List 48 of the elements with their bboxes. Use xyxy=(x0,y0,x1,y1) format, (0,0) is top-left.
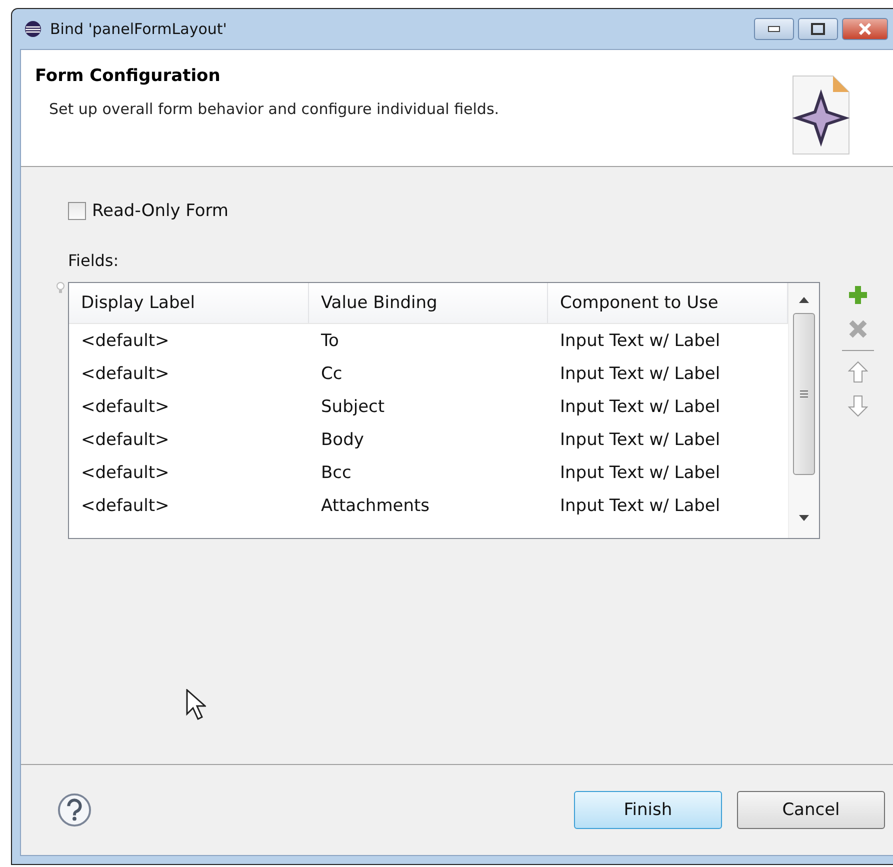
cancel-button[interactable]: Cancel xyxy=(736,791,885,829)
lightbulb-icon xyxy=(56,282,65,294)
minimize-button[interactable] xyxy=(754,18,794,40)
checkbox-label: Read-Only Form xyxy=(92,201,228,221)
grip-icon xyxy=(800,390,808,398)
scroll-down-icon xyxy=(799,515,809,521)
down-arrow-icon xyxy=(848,395,868,417)
table-cell-text: <default> xyxy=(80,330,170,352)
scrollbar-thumb[interactable] xyxy=(793,313,815,475)
app-logo-icon xyxy=(24,20,42,38)
finish-button[interactable]: Finish xyxy=(574,791,722,829)
mouse-pointer-icon xyxy=(186,689,206,721)
table-cell-text: Body xyxy=(320,428,365,452)
table-cell-text: <default> xyxy=(80,462,170,484)
table-cell-text: To xyxy=(320,330,340,352)
table-cell-text: Input Text w/ Label xyxy=(559,362,722,386)
column-header[interactable]: Value Binding xyxy=(309,283,548,323)
scrollbar[interactable] xyxy=(788,283,819,538)
fields-label: Fields: xyxy=(68,251,120,270)
window-title: Bind 'panelFormLayout' xyxy=(50,20,227,38)
table-cell-text: Cc xyxy=(320,362,344,386)
page-title: Form Configuration xyxy=(35,66,222,86)
table-cell-text: <default> xyxy=(80,494,170,518)
table-cell-text: <default> xyxy=(80,396,170,418)
close-button[interactable] xyxy=(842,18,888,40)
maximize-icon xyxy=(811,23,825,35)
scroll-up-icon xyxy=(799,297,809,303)
table-cell-text: Bcc xyxy=(320,462,352,484)
maximize-button[interactable] xyxy=(798,18,838,40)
close-icon xyxy=(858,23,872,35)
table-cell-text: <default> xyxy=(80,428,170,452)
read-only-checkbox[interactable]: Read-Only Form xyxy=(68,201,893,221)
minimize-icon xyxy=(768,26,780,32)
table-cell-text: Input Text w/ Label xyxy=(559,330,722,352)
checkbox[interactable] xyxy=(68,202,86,220)
table-cell-text: Input Text w/ Label xyxy=(559,396,722,418)
table-cell-text: Input Text w/ Label xyxy=(559,428,722,452)
page-description: Set up overall form behavior and configure individual fields. xyxy=(48,100,500,118)
table-cell-text: Input Text w/ Label xyxy=(559,494,722,518)
x-icon xyxy=(848,319,868,339)
table-cell-text: Attachments xyxy=(320,494,431,518)
table-cell-text: Subject xyxy=(320,396,386,418)
help-icon[interactable] xyxy=(57,792,92,828)
table-cell-text: Input Text w/ Label xyxy=(559,462,722,484)
column-header[interactable]: Display Label xyxy=(69,283,309,323)
table-cell-text: <default> xyxy=(80,362,170,386)
up-arrow-icon xyxy=(848,361,868,383)
plus-icon xyxy=(847,284,869,306)
